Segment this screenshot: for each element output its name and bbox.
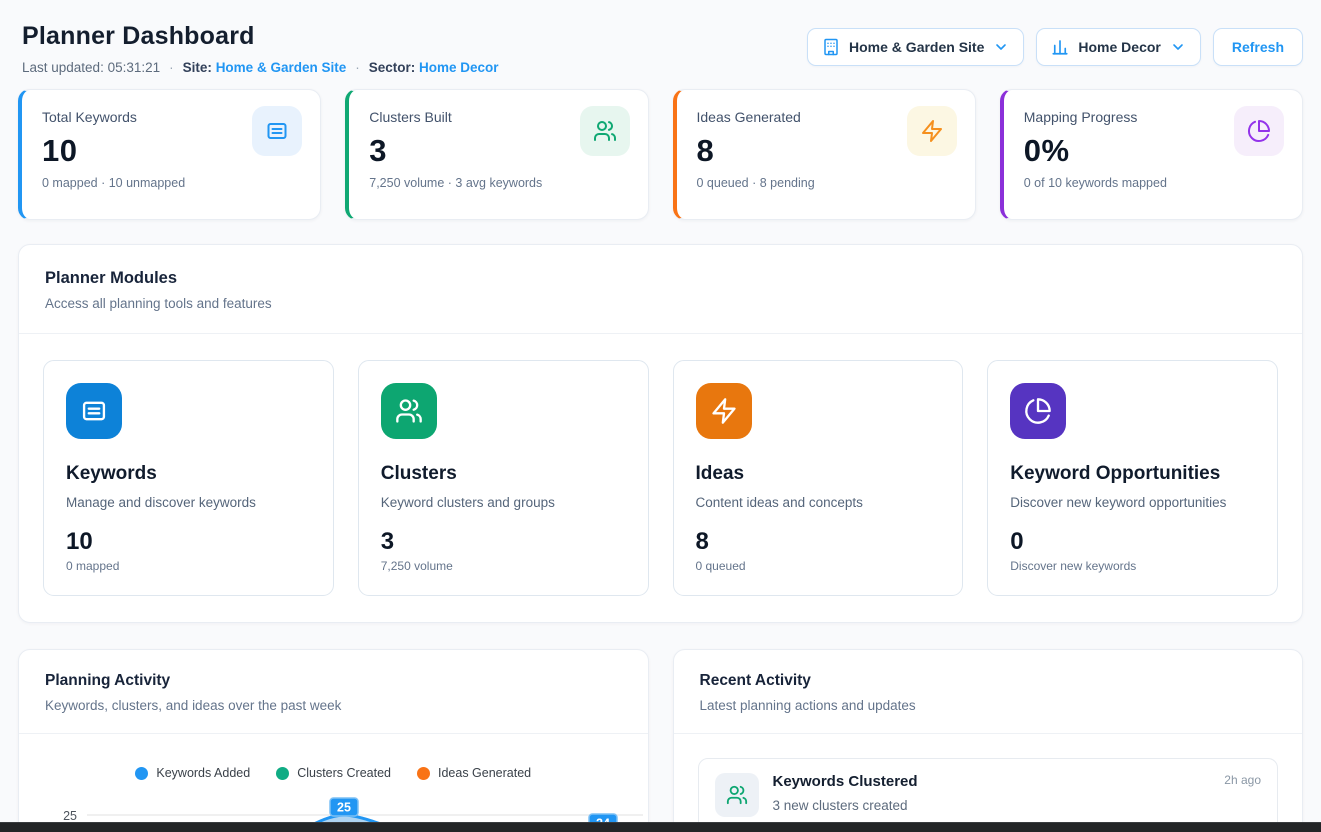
sector-label: Sector: xyxy=(369,60,416,75)
panel-subtitle: Latest planning actions and updates xyxy=(700,698,1277,713)
document-list-icon xyxy=(252,106,302,156)
module-title: Keyword Opportunities xyxy=(1010,463,1255,485)
legend-item-keywords-added[interactable]: Keywords Added xyxy=(135,766,250,780)
legend-item-ideas-generated[interactable]: Ideas Generated xyxy=(417,766,531,780)
pie-chart-icon xyxy=(1010,383,1066,439)
page-header: Planner Dashboard Last updated: 05:31:21… xyxy=(0,0,1321,75)
data-label-25: 25 xyxy=(330,798,358,816)
bottom-row: Planning Activity Keywords, clusters, an… xyxy=(18,649,1303,832)
lightning-icon xyxy=(907,106,957,156)
planning-activity-header: Planning Activity Keywords, clusters, an… xyxy=(19,650,648,734)
last-updated-value: 05:31:21 xyxy=(108,60,161,75)
module-title: Clusters xyxy=(381,463,626,485)
refresh-button[interactable]: Refresh xyxy=(1213,28,1303,66)
planning-activity-panel: Planning Activity Keywords, clusters, an… xyxy=(18,649,649,832)
activity-item-content: Keywords Clustered 3 new clusters create… xyxy=(773,773,1211,813)
module-card-clusters[interactable]: Clusters Keyword clusters and groups 3 7… xyxy=(358,360,649,596)
header-controls: Home & Garden Site Home Decor Refresh xyxy=(807,28,1303,66)
module-caption: 0 mapped xyxy=(66,559,311,573)
legend-label: Keywords Added xyxy=(156,766,250,780)
y-tick-25: 25 xyxy=(63,809,77,823)
planner-modules-header: Planner Modules Access all planning tool… xyxy=(19,245,1302,334)
module-value: 3 xyxy=(381,528,626,556)
stat-caption: 7,250 volume · 3 avg keywords xyxy=(369,176,627,190)
module-title: Ideas xyxy=(696,463,941,485)
sector-text: Sector: Home Decor xyxy=(369,60,499,75)
stat-card-mapping-progress: Mapping Progress 0% 0 of 10 keywords map… xyxy=(1000,89,1303,220)
legend-item-clusters-created[interactable]: Clusters Created xyxy=(276,766,391,780)
activity-item-timestamp: 2h ago xyxy=(1224,773,1261,787)
lightning-icon xyxy=(696,383,752,439)
building-icon xyxy=(822,38,840,56)
module-description: Manage and discover keywords xyxy=(66,495,311,510)
legend-label: Clusters Created xyxy=(297,766,391,780)
module-title: Keywords xyxy=(66,463,311,485)
stats-row: Total Keywords 10 0 mapped · 10 unmapped… xyxy=(18,89,1303,220)
chevron-down-icon xyxy=(1170,39,1186,55)
last-updated-label: Last updated: xyxy=(22,60,104,75)
module-description: Keyword clusters and groups xyxy=(381,495,626,510)
sector-link[interactable]: Home Decor xyxy=(419,60,499,75)
planner-dashboard-screen: Planner Dashboard Last updated: 05:31:21… xyxy=(0,0,1321,832)
users-icon xyxy=(381,383,437,439)
pie-chart-icon xyxy=(1234,106,1284,156)
stat-card-ideas-generated: Ideas Generated 8 0 queued · 8 pending xyxy=(673,89,976,220)
legend-label: Ideas Generated xyxy=(438,766,531,780)
dot-separator: · xyxy=(355,60,360,75)
modules-grid: Keywords Manage and discover keywords 10… xyxy=(19,334,1302,622)
activity-item-description: 3 new clusters created xyxy=(773,798,1211,813)
legend-dot-orange xyxy=(417,767,430,780)
module-card-keyword-opportunities[interactable]: Keyword Opportunities Discover new keywo… xyxy=(987,360,1278,596)
legend-dot-blue xyxy=(135,767,148,780)
planner-modules-section: Planner Modules Access all planning tool… xyxy=(18,244,1303,623)
site-label: Site: xyxy=(183,60,212,75)
stat-caption: 0 of 10 keywords mapped xyxy=(1024,176,1282,190)
document-list-icon xyxy=(66,383,122,439)
stat-card-clusters-built: Clusters Built 3 7,250 volume · 3 avg ke… xyxy=(345,89,648,220)
users-icon xyxy=(580,106,630,156)
module-caption: Discover new keywords xyxy=(1010,559,1255,573)
module-value: 10 xyxy=(66,528,311,556)
site-selector-value: Home & Garden Site xyxy=(849,39,984,55)
svg-text:25: 25 xyxy=(337,801,351,815)
section-subtitle: Access all planning tools and features xyxy=(45,296,1276,311)
bottom-window-edge xyxy=(0,822,1321,832)
module-card-ideas[interactable]: Ideas Content ideas and concepts 8 0 que… xyxy=(673,360,964,596)
stat-caption: 0 queued · 8 pending xyxy=(697,176,955,190)
module-description: Content ideas and concepts xyxy=(696,495,941,510)
module-caption: 7,250 volume xyxy=(381,559,626,573)
site-text: Site: Home & Garden Site xyxy=(183,60,347,75)
module-card-keywords[interactable]: Keywords Manage and discover keywords 10… xyxy=(43,360,334,596)
chart-legend: Keywords Added Clusters Created Ideas Ge… xyxy=(19,766,648,780)
sector-selector-value: Home Decor xyxy=(1078,39,1160,55)
site-link[interactable]: Home & Garden Site xyxy=(216,60,347,75)
panel-subtitle: Keywords, clusters, and ideas over the p… xyxy=(45,698,622,713)
chevron-down-icon xyxy=(993,39,1009,55)
module-value: 0 xyxy=(1010,528,1255,556)
recent-activity-header: Recent Activity Latest planning actions … xyxy=(674,650,1303,734)
section-title: Planner Modules xyxy=(45,269,1276,288)
bar-chart-icon xyxy=(1051,38,1069,56)
users-icon xyxy=(715,773,759,817)
module-value: 8 xyxy=(696,528,941,556)
module-caption: 0 queued xyxy=(696,559,941,573)
panel-title: Recent Activity xyxy=(700,672,1277,690)
activity-item-title: Keywords Clustered xyxy=(773,773,1211,790)
module-description: Discover new keyword opportunities xyxy=(1010,495,1255,510)
site-selector-dropdown[interactable]: Home & Garden Site xyxy=(807,28,1024,66)
activity-list: Keywords Clustered 3 new clusters create… xyxy=(674,734,1303,832)
dot-separator: · xyxy=(169,60,174,75)
stat-card-total-keywords: Total Keywords 10 0 mapped · 10 unmapped xyxy=(18,89,321,220)
legend-dot-green xyxy=(276,767,289,780)
stat-caption: 0 mapped · 10 unmapped xyxy=(42,176,300,190)
recent-activity-panel: Recent Activity Latest planning actions … xyxy=(673,649,1304,832)
panel-title: Planning Activity xyxy=(45,672,622,690)
activity-item-keywords-clustered[interactable]: Keywords Clustered 3 new clusters create… xyxy=(698,758,1279,832)
sector-selector-dropdown[interactable]: Home Decor xyxy=(1036,28,1200,66)
last-updated-text: Last updated: 05:31:21 xyxy=(22,60,160,75)
